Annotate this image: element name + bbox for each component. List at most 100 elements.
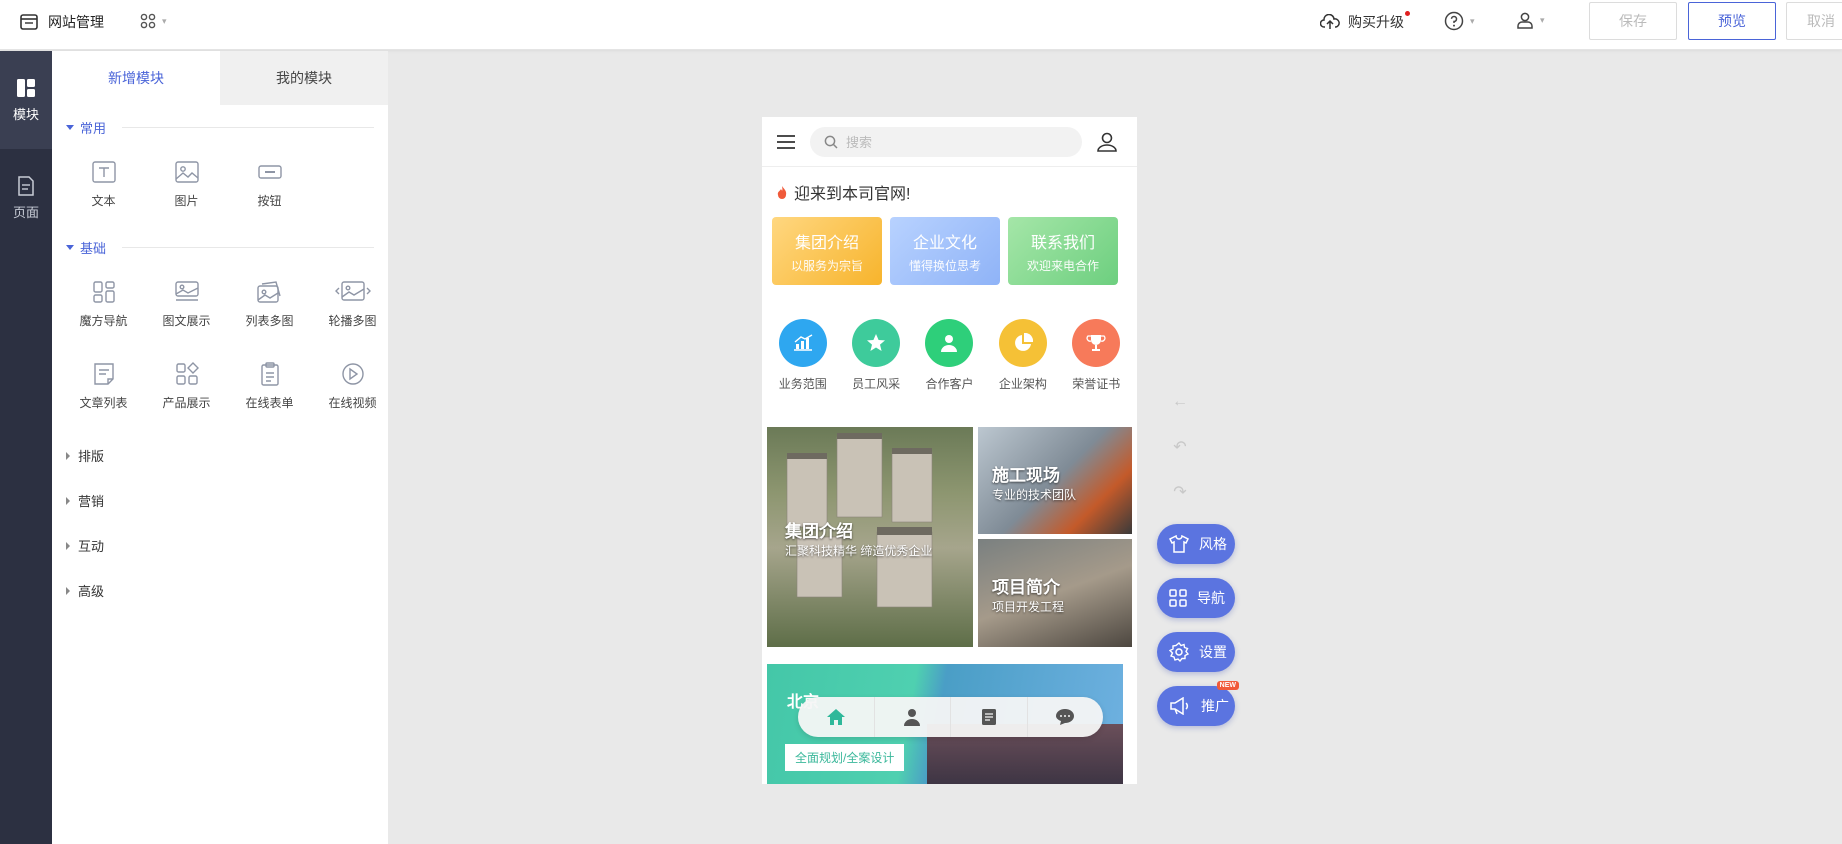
module-text[interactable]: 文本 <box>62 143 145 225</box>
help-menu[interactable]: ▾ <box>1444 11 1475 31</box>
module-label: 文本 <box>91 193 116 208</box>
rail-item-modules[interactable]: 模块 <box>0 51 52 149</box>
document-icon <box>981 709 996 725</box>
icon-nav-honors[interactable]: 荣誉证书 <box>1072 319 1120 392</box>
icon-nav-business[interactable]: 业务范围 <box>778 319 827 392</box>
bottom-nav-home[interactable] <box>798 697 875 737</box>
navigation-button[interactable]: 导航 <box>1157 578 1235 618</box>
card-contact[interactable]: 联系我们 欢迎来电合作 <box>1008 217 1118 285</box>
section-common[interactable]: 常用 <box>52 111 388 143</box>
video-icon <box>341 362 364 385</box>
collapsed-caret-icon <box>66 451 70 460</box>
button-icon <box>257 164 282 179</box>
module-image[interactable]: 图片 <box>145 143 228 225</box>
module-product[interactable]: 产品展示 <box>145 345 228 427</box>
section-label: 排版 <box>78 449 105 464</box>
section-label: 互动 <box>78 539 105 554</box>
section-interaction[interactable]: 互动 <box>52 523 388 568</box>
welcome-marquee: 迎来到本司官网! <box>762 167 1137 217</box>
mosaic-sub: 专业的技术团队 <box>992 488 1077 502</box>
cube-nav-icon <box>92 280 115 303</box>
apps-menu[interactable]: ▾ <box>140 13 167 29</box>
card-culture[interactable]: 企业文化 懂得换位思考 <box>890 217 1000 285</box>
module-label: 文章列表 <box>79 395 128 410</box>
bottom-nav-chat[interactable] <box>1028 697 1104 737</box>
mosaic-group-intro[interactable]: 集团介绍 汇聚科技精华 缔造优秀企业 <box>767 427 973 647</box>
mosaic-caption: 项目简介 项目开发工程 <box>992 573 1064 615</box>
chevron-down-icon: ▾ <box>1540 14 1545 25</box>
module-video[interactable]: 在线视频 <box>311 345 394 427</box>
tab-my-modules[interactable]: 我的模块 <box>220 51 388 105</box>
user-icon[interactable] <box>1096 131 1118 153</box>
mosaic-sub: 项目开发工程 <box>992 600 1065 614</box>
module-label: 轮播多图 <box>328 313 377 328</box>
style-button[interactable]: 风格 <box>1157 524 1235 564</box>
bottom-nav-articles[interactable] <box>951 697 1028 737</box>
tab-new-modules[interactable]: 新增模块 <box>52 51 220 105</box>
upgrade-button[interactable]: 购买升级 <box>1320 11 1410 32</box>
cancel-button[interactable]: 取消 <box>1786 2 1842 40</box>
notification-dot <box>1405 11 1410 16</box>
site-manage-label: 网站管理 <box>48 14 104 30</box>
search-placeholder: 搜索 <box>846 135 873 150</box>
mosaic-sub: 汇聚科技精华 缔造优秀企业 <box>785 544 933 558</box>
fab-label: 推广 <box>1201 698 1229 714</box>
icon-nav-clients[interactable]: 合作客户 <box>925 319 973 392</box>
module-label: 按钮 <box>257 193 282 208</box>
grid-icon <box>1169 589 1187 607</box>
card-group-intro[interactable]: 集团介绍 以服务为宗旨 <box>772 217 882 285</box>
card-title: 集团介绍 <box>794 234 859 252</box>
left-rail: 模块 页面 <box>0 51 52 844</box>
module-cube-nav[interactable]: 魔方导航 <box>62 263 145 345</box>
trophy-icon <box>1072 319 1121 367</box>
phone-header: 搜索 <box>762 117 1137 167</box>
rail-item-pages[interactable]: 页面 <box>0 149 52 247</box>
undo-icon[interactable]: ↶ <box>1170 437 1190 457</box>
module-label: 在线表单 <box>245 395 294 410</box>
module-image-text[interactable]: 图文展示 <box>145 263 228 345</box>
expanded-caret-icon <box>66 244 74 250</box>
section-layout[interactable]: 排版 <box>52 433 388 478</box>
settings-button[interactable]: 设置 <box>1157 632 1235 672</box>
section-advanced[interactable]: 高级 <box>52 568 388 613</box>
module-list-images[interactable]: 列表多图 <box>228 263 311 345</box>
module-carousel[interactable]: 轮播多图 <box>311 263 394 345</box>
back-arrow-icon[interactable]: ← <box>1170 392 1190 412</box>
icon-nav-staff[interactable]: 员工风采 <box>852 319 900 392</box>
fab-label: 设置 <box>1199 644 1227 660</box>
product-icon <box>175 361 199 385</box>
module-article-list[interactable]: 文章列表 <box>62 345 145 427</box>
promote-button[interactable]: 推广 NEW <box>1157 681 1239 726</box>
preview-button[interactable]: 预览 <box>1688 2 1776 40</box>
phone-bottom-nav <box>798 697 1103 737</box>
mosaic-project[interactable]: 项目简介 项目开发工程 <box>978 539 1132 647</box>
section-basic[interactable]: 基础 <box>52 231 388 263</box>
new-badge: NEW <box>1216 681 1239 690</box>
site-manage-menu[interactable]: 网站管理 <box>20 12 104 32</box>
collapsed-sections: 排版 营销 互动 高级 <box>52 433 388 613</box>
fab-label: 风格 <box>1199 536 1227 552</box>
site-manage-icon <box>20 14 38 30</box>
banner-tag: 全面规划/全案设计 <box>785 744 905 771</box>
icon-nav-structure[interactable]: 企业架构 <box>998 319 1047 392</box>
module-button[interactable]: 按钮 <box>228 143 311 225</box>
person-icon <box>925 319 974 367</box>
panel-tabs: 新增模块 我的模块 <box>52 51 388 105</box>
chevron-down-icon: ▾ <box>1470 15 1475 26</box>
save-button[interactable]: 保存 <box>1589 2 1677 40</box>
redo-icon[interactable]: ↷ <box>1170 482 1190 502</box>
gear-icon <box>1169 642 1189 662</box>
phone-preview: 搜索 迎来到本司官网! 集团介绍 以服务为宗旨 企业文化 懂得换位思考 联系我们 欢迎… <box>762 117 1137 784</box>
user-menu[interactable]: ▾ <box>1516 11 1545 29</box>
menu-icon[interactable] <box>776 134 796 150</box>
divider <box>122 247 374 248</box>
chat-icon <box>1056 709 1075 725</box>
module-form[interactable]: 在线表单 <box>228 345 311 427</box>
person-icon <box>904 709 921 726</box>
mosaic-construction[interactable]: 施工现场 专业的技术团队 <box>978 427 1132 534</box>
icon-nav-label: 荣誉证书 <box>1072 377 1121 391</box>
section-marketing[interactable]: 营销 <box>52 478 388 523</box>
phone-search-input[interactable]: 搜索 <box>810 126 1082 157</box>
section-label: 高级 <box>78 584 105 599</box>
bottom-nav-profile[interactable] <box>875 697 951 737</box>
